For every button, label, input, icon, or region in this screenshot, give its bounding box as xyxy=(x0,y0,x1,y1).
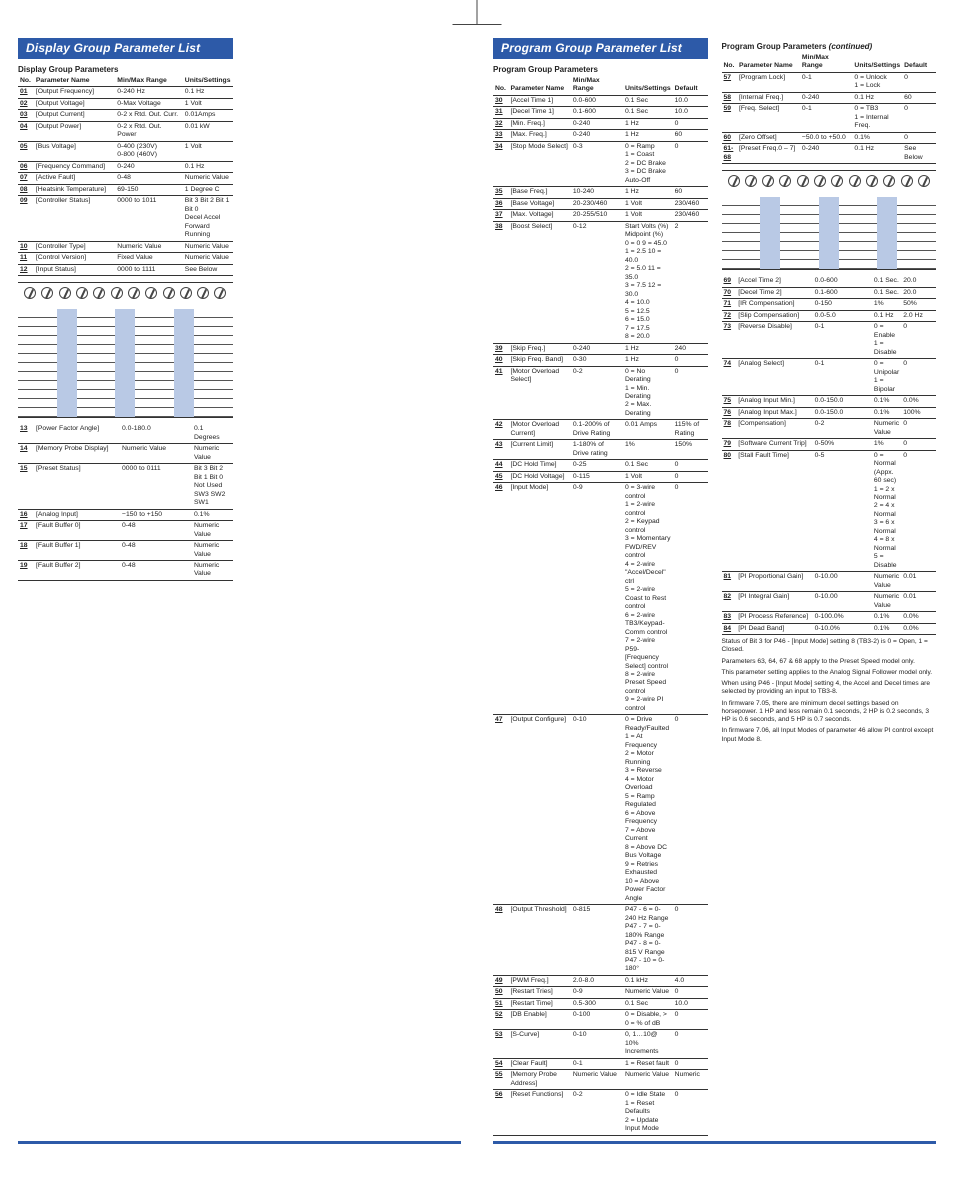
param-row: 39[Skip Freq.]0-2401 Hz240 xyxy=(493,343,708,354)
th-range: Min/Max Range xyxy=(115,76,183,87)
param-row: 54[Clear Fault]0-11 = Reset fault0 xyxy=(493,1058,708,1069)
param-row: 50[Restart Tries]0-9Numeric Value0 xyxy=(493,987,708,998)
param-row: 57[Program Lock]0-10 = Unlock 1 = Lock0 xyxy=(722,72,937,92)
table-program-a: No. Parameter Name Min/Max Range Units/S… xyxy=(493,76,708,1136)
param-row: 41[Motor Overload Select]0-20 = No Derat… xyxy=(493,366,708,420)
param-row: 11[Control Version]Fixed ValueNumeric Va… xyxy=(18,253,233,264)
param-row: 58[Internal Freq.]0-2400.1 Hz60 xyxy=(722,92,937,103)
param-row: 12[Input Status]0000 to 1111See Below xyxy=(18,264,233,275)
subhead-program: Program Group Parameters xyxy=(493,65,708,74)
param-row: 13[Power Factor Angle]0.0-180.00.1 Degre… xyxy=(18,424,233,443)
param-row: 51[Restart Time]0.5-3000.1 Sec10.0 xyxy=(493,998,708,1009)
entry-area-2 xyxy=(722,170,937,270)
param-row: 33[Max. Freq.]0-2401 Hz60 xyxy=(493,130,708,141)
param-row: 19[Fault Buffer 2]0-48Numeric Value xyxy=(18,560,233,580)
footnote: In firmware 7.06, all Input Modes of par… xyxy=(722,727,937,743)
entry-area-1 xyxy=(18,282,233,418)
param-row: 10[Controller Type]Numeric ValueNumeric … xyxy=(18,241,233,252)
param-row: 36[Base Voltage]20-230/4601 Volt230/460 xyxy=(493,198,708,209)
param-row: 45[DC Hold Voltage]0-1151 Volt0 xyxy=(493,471,708,482)
param-row: 01[Output Frequency]0-240 Hz0.1 Hz xyxy=(18,87,233,98)
param-row: 71[IR Compensation]0-1501%50% xyxy=(722,299,937,310)
param-row: 55[Memory Probe Address]Numeric ValueNum… xyxy=(493,1070,708,1090)
param-row: 42[Motor Overload Current]0.1-200% of Dr… xyxy=(493,420,708,440)
param-row: 79[Software Current Trip]0-50%1%0 xyxy=(722,439,937,450)
param-row: 15[Preset Status]0000 to 0111Bit 3 Bit 2… xyxy=(18,464,233,509)
circle-row xyxy=(18,283,233,303)
param-row: 04[Output Power]0-2 x Rtd. Out. Power0.0… xyxy=(18,121,233,141)
footnote: When using P46 - [Input Mode] setting 4,… xyxy=(722,680,937,696)
title-display: Display Group Parameter List xyxy=(18,38,233,59)
page-program: Program Group Parameter List Program Gro… xyxy=(481,30,948,1154)
footnote: This parameter setting applies to the An… xyxy=(722,669,937,677)
footnote: Status of Bit 3 for P46 - [Input Mode] s… xyxy=(722,638,937,654)
param-row: 16[Analog Input]−150 to +1500.1% xyxy=(18,509,233,520)
write-grid-2 xyxy=(722,197,937,269)
param-row: 17[Fault Buffer 0]0-48Numeric Value xyxy=(18,521,233,541)
page-display: Display Group Parameter List Display Gro… xyxy=(6,30,473,1154)
param-row: 59[Freq. Select]0-10 = TB3 1 = Internal … xyxy=(722,104,937,132)
table-display-b: 13[Power Factor Angle]0.0-180.00.1 Degre… xyxy=(18,424,233,581)
param-row: 69[Accel Time 2]0.0-6000.1 Sec.20.0 xyxy=(722,276,937,287)
param-row: 30[Accel Time 1]0.0-6000.1 Sec10.0 xyxy=(493,95,708,106)
param-row: 14[Memory Probe Display]Numeric ValueNum… xyxy=(18,444,233,464)
param-row: 70[Decel Time 2]0.1-6000.1 Sec.20.0 xyxy=(722,287,937,298)
circle-row-2 xyxy=(722,171,937,191)
param-row: 60[Zero Offset]−50.0 to +50.00.1%0 xyxy=(722,132,937,143)
subhead-program-cont: Program Group Parameters (continued) xyxy=(722,42,937,51)
param-row: 78[Compensation]0-2Numeric Value0 xyxy=(722,419,937,439)
subhead-display: Display Group Parameters xyxy=(18,65,233,74)
param-row: 06[Frequency Command]0-2400.1 Hz xyxy=(18,161,233,172)
param-row: 48[Output Threshold]0-815P47 - 6 = 0-240… xyxy=(493,905,708,976)
footnote: Parameters 63, 64, 67 & 68 apply to the … xyxy=(722,658,937,666)
table-program-b: No. Parameter Name Min/Max Range Units/S… xyxy=(722,53,937,164)
param-row: 34[Stop Mode Select]0-30 = Ramp 1 = Coas… xyxy=(493,141,708,186)
param-row: 32[Min. Freq.]0-2401 Hz0 xyxy=(493,118,708,129)
param-row: 72[Slip Compensation]0.0-5.00.1 Hz2.0 Hz xyxy=(722,310,937,321)
param-row: 73[Reverse Disable]0-10 = Enable 1 = Dis… xyxy=(722,322,937,359)
param-row: 80[Stall Fault Time]0-50 = Normal (Appx.… xyxy=(722,450,937,572)
table-program-c: 69[Accel Time 2]0.0-6000.1 Sec.20.070[De… xyxy=(722,276,937,635)
footnotes: Status of Bit 3 for P46 - [Input Mode] s… xyxy=(722,638,937,744)
footnote: In firmware 7.05, there are minimum dece… xyxy=(722,700,937,725)
title-program: Program Group Parameter List xyxy=(493,38,708,59)
param-row: 38[Boost Select]0-12Start Volts (%) Midp… xyxy=(493,221,708,343)
param-row: 05[Bus Voltage]0-400 (230V) 0-800 (460V)… xyxy=(18,141,233,161)
param-row: 08[Heatsink Temperature]69-1501 Degree C xyxy=(18,184,233,195)
param-row: 47[Output Configure]0-100 = Drive Ready/… xyxy=(493,715,708,905)
param-row: 31[Decel Time 1]0.1-6000.1 Sec10.0 xyxy=(493,107,708,118)
param-row: 02[Output Voltage]0-Max Voltage1 Volt xyxy=(18,98,233,109)
param-row: 46[Input Mode]0-90 = 3-wire control 1 = … xyxy=(493,483,708,715)
param-row: 74[Analog Select]0-10 = Unipolar 1 = Bip… xyxy=(722,359,937,396)
param-row: 81[PI Proportional Gain]0-10.00Numeric V… xyxy=(722,572,937,592)
param-row: 18[Fault Buffer 1]0-48Numeric Value xyxy=(18,541,233,561)
param-row: 84[PI Dead Band]0-10.0%0.1%0.0% xyxy=(722,623,937,634)
param-row: 76[Analog Input Max.]0.0-150.00.1%100% xyxy=(722,407,937,418)
param-row: 37[Max. Voltage]20-255/5101 Volt230/460 xyxy=(493,210,708,221)
param-row: 09[Controller Status]0000 to 1011Bit 3 B… xyxy=(18,196,233,241)
param-row: 07[Active Fault]0-48Numeric Value xyxy=(18,173,233,184)
param-row: 52[DB Enable]0-1000 = Disable, > 0 = % o… xyxy=(493,1010,708,1030)
param-row: 75[Analog Input Min.]0.0-150.00.1%0.0% xyxy=(722,396,937,407)
th-units: Units/Settings xyxy=(183,76,233,87)
param-row: 44[DC Hold Time]0-250.1 Sec0 xyxy=(493,460,708,471)
write-grid-1 xyxy=(18,309,233,417)
th-name: Parameter Name xyxy=(34,76,115,87)
th-no: No. xyxy=(18,76,34,87)
table-display-a: No. Parameter Name Min/Max Range Units/S… xyxy=(18,76,233,276)
param-row: 03[Output Current]0-2 x Rtd. Out. Curr.0… xyxy=(18,110,233,121)
param-row: 83[PI Process Reference]0-100.0%0.1%0.0% xyxy=(722,612,937,623)
param-row: 61-68[Preset Freq.0 – 7]0-2400.1 HzSee B… xyxy=(722,144,937,164)
param-row: 82[PI Integral Gain]0-10.00Numeric Value… xyxy=(722,592,937,612)
param-row: 56[Reset Functions]0-20 = Idle State 1 =… xyxy=(493,1090,708,1135)
param-row: 49[PWM Freq.]2.0-8.00.1 kHz4.0 xyxy=(493,975,708,986)
param-row: 40[Skip Freq. Band]0-301 Hz0 xyxy=(493,355,708,366)
param-row: 35[Base Freq.]10-2401 Hz60 xyxy=(493,187,708,198)
param-row: 43[Current Limit]1-180% of Drive rating1… xyxy=(493,440,708,460)
param-row: 53[S-Curve]0-100, 1…10@ 10% Increments0 xyxy=(493,1030,708,1058)
